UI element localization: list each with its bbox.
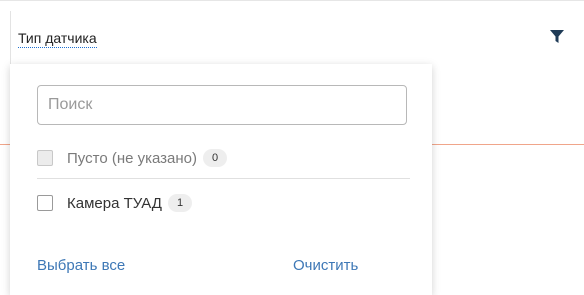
option-label: Пусто (не указано): [67, 149, 198, 167]
count-badge: 1: [167, 194, 193, 212]
filter-option-camera[interactable]: Камера ТУАД 1: [37, 189, 417, 217]
checkbox[interactable]: [37, 195, 53, 211]
column-title[interactable]: Тип датчика: [18, 30, 97, 48]
option-label: Камера ТУАД: [67, 194, 162, 212]
count-badge: 0: [203, 149, 228, 167]
search-input[interactable]: [37, 85, 407, 125]
row-highlight-line: [432, 144, 584, 145]
checkbox[interactable]: [37, 150, 53, 166]
filter-option-empty[interactable]: Пусто (не указано) 0: [37, 144, 417, 172]
clear-link[interactable]: Очистить: [293, 257, 358, 274]
divider: [37, 178, 410, 179]
column-header: Тип датчика: [0, 0, 584, 65]
filter-icon[interactable]: [550, 30, 564, 44]
select-all-link[interactable]: Выбрать все: [37, 257, 125, 274]
filter-dropdown: Пусто (не указано) 0 Камера ТУАД 1 Выбра…: [10, 64, 432, 295]
header-divider: [10, 11, 11, 65]
row-highlight-line: [0, 144, 10, 145]
